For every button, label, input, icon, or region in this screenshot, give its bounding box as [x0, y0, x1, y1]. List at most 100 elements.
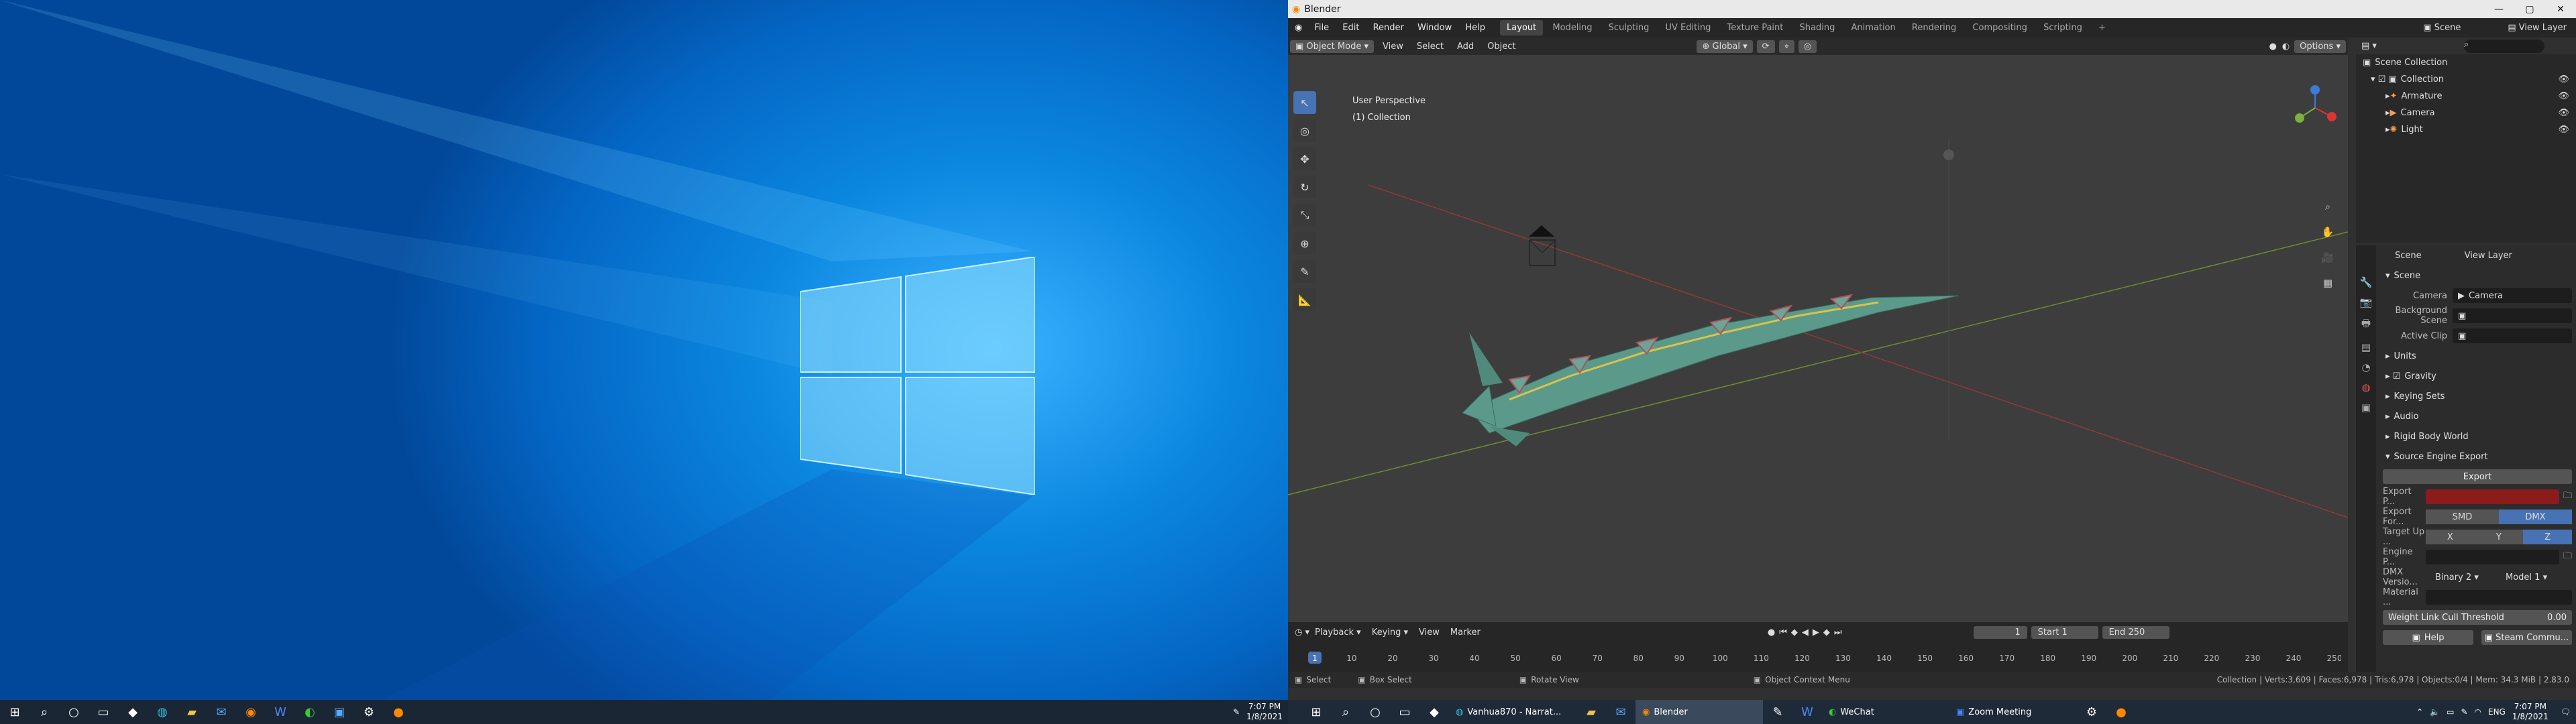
tab-rendering[interactable]: Rendering — [1905, 20, 1963, 36]
app-icon-3[interactable]: ● — [2106, 700, 2136, 724]
weight-link-field[interactable]: Weight Link Cull Threshold 0.00 — [2383, 610, 2572, 625]
chevron-up-icon[interactable]: ⌃ — [2416, 707, 2423, 717]
scene-tab-icon[interactable]: ◔ — [2361, 361, 2370, 373]
outliner-item-light[interactable]: ▸ ✺ Light 👁 — [2356, 121, 2576, 138]
tab-compositing[interactable]: Compositing — [1966, 20, 2034, 36]
outliner-item-armature[interactable]: ▸ ✦ Armature 👁 — [2356, 88, 2576, 105]
rigid-body-world-panel[interactable]: ▸ Rigid Body World — [2379, 426, 2576, 446]
axis-z-button[interactable]: Z — [2523, 530, 2573, 544]
blender-menu-icon[interactable]: ◉ — [1288, 23, 1309, 33]
3d-viewport[interactable]: ▣ Object Mode ▾ View Select Add Object ⊕… — [1288, 38, 2348, 622]
play-reverse-icon[interactable]: ◀ — [1802, 627, 1813, 638]
outliner-search-input[interactable]: ⌕ — [2463, 39, 2544, 53]
play-icon[interactable]: ▶ — [1813, 627, 1823, 638]
tab-layout[interactable]: Layout — [1500, 20, 1544, 36]
scene-selector[interactable]: ▣ Scene — [2416, 23, 2467, 33]
object-menu[interactable]: Object — [1481, 40, 1522, 53]
shading-solid-icon[interactable]: ● — [2266, 42, 2279, 52]
collection-tab-icon[interactable]: ▣ — [2361, 402, 2371, 414]
blender-icon[interactable]: ◉ — [236, 700, 266, 724]
taskbar-app-zoom[interactable]: ▣ Zoom Meeting — [1949, 707, 2077, 717]
minimize-button[interactable]: — — [2483, 4, 2514, 15]
tab-scripting[interactable]: Scripting — [2037, 20, 2089, 36]
outliner-collection[interactable]: ▾ ☑ ▣ Collection 👁 — [2356, 71, 2576, 88]
notifications-icon[interactable]: 🗨 — [2561, 707, 2571, 717]
folder-icon[interactable]: 🗀 — [2563, 489, 2576, 504]
close-button[interactable]: ✕ — [2545, 4, 2576, 15]
jump-start-icon[interactable]: ⏮ — [1779, 627, 1791, 638]
axis-y-button[interactable]: Y — [2474, 530, 2524, 544]
steam-community-button[interactable]: ▣ Steam Commu... — [2481, 630, 2572, 645]
folder-icon[interactable]: 🗀 — [2563, 550, 2576, 564]
settings-icon[interactable]: ⚙ — [2077, 700, 2106, 724]
audio-panel[interactable]: ▸ Audio — [2379, 406, 2576, 426]
visibility-eye-icon[interactable]: 👁 — [2558, 74, 2576, 84]
timeline-view-menu[interactable]: View — [1413, 627, 1445, 638]
mail-icon[interactable]: ✉ — [1606, 700, 1635, 724]
render-tab-icon[interactable]: 📷 — [2360, 296, 2373, 308]
search-icon[interactable]: ⌕ — [1331, 700, 1360, 724]
marker-menu[interactable]: Marker — [1445, 627, 1486, 638]
app-icon-2[interactable]: ▣ — [325, 700, 354, 724]
export-button[interactable]: Export — [2383, 469, 2572, 484]
export-path-field[interactable] — [2426, 489, 2559, 504]
tab-animation[interactable]: Animation — [1844, 20, 1902, 36]
output-tab-icon[interactable]: 🖶 — [2361, 316, 2371, 333]
app-icon[interactable]: ◆ — [1419, 700, 1449, 724]
snap-icon[interactable]: ⌖ — [1778, 40, 1794, 53]
tab-sculpting[interactable]: Sculpting — [1602, 20, 1656, 36]
proportional-edit-icon[interactable]: ◎ — [1798, 40, 1817, 53]
menu-edit[interactable]: Edit — [1337, 23, 1364, 33]
playback-menu[interactable]: Playback ▾ — [1309, 627, 1366, 638]
start-button[interactable]: ⊞ — [1301, 700, 1331, 724]
add-workspace-icon[interactable]: + — [2092, 20, 2112, 36]
dmx-model-dropdown[interactable]: Model 1 ▾ — [2506, 572, 2576, 583]
clock[interactable]: 7:07 PM 1/8/2021 — [2512, 702, 2548, 722]
background-scene-field[interactable]: ▣ — [2453, 308, 2572, 323]
end-frame-field[interactable]: End 250 — [2102, 625, 2169, 639]
pivot-icon[interactable]: ⟳ — [1756, 40, 1775, 53]
settings-icon[interactable]: ⚙ — [354, 700, 384, 724]
material-field[interactable] — [2426, 590, 2572, 605]
outliner[interactable]: ▤ ▾ ⌕ ▣ Scene Collection ▾ ☑ ▣ Collectio… — [2356, 38, 2576, 243]
properties-editor[interactable]: 🔧 📷 🖶 ▤ ◔ ◍ ▣ Scene View Layer ▾ Scene C… — [2356, 245, 2576, 672]
taskbar-app-edge[interactable]: ◍ Vanhua870 - Narrat... — [1449, 707, 1576, 717]
jump-end-icon[interactable]: ⏭ — [1834, 627, 1846, 638]
tab-modeling[interactable]: Modeling — [1546, 20, 1599, 36]
word-icon[interactable]: W — [1792, 700, 1822, 724]
keying-sets-panel[interactable]: ▸ Keying Sets — [2379, 386, 2576, 406]
transform-orientation-dropdown[interactable]: ⊕ Global ▾ — [1697, 40, 1753, 53]
wechat-icon[interactable]: ◐ — [295, 700, 325, 724]
tab-uv-editing[interactable]: UV Editing — [1659, 20, 1718, 36]
mode-dropdown[interactable]: ▣ Object Mode ▾ — [1290, 40, 1374, 53]
view-menu[interactable]: View — [1376, 40, 1410, 53]
help-button[interactable]: ▣ Help — [2383, 630, 2473, 645]
pen-icon[interactable]: ✎ — [1233, 707, 1240, 717]
menu-render[interactable]: Render — [1368, 23, 1409, 33]
visibility-eye-icon[interactable]: 👁 — [2558, 108, 2576, 118]
tab-shading[interactable]: Shading — [1793, 20, 1842, 36]
units-panel[interactable]: ▸ Units — [2379, 346, 2576, 366]
app-icon-2[interactable]: ✎ — [1763, 700, 1792, 724]
word-icon[interactable]: W — [266, 700, 295, 724]
active-clip-field[interactable]: ▣ — [2453, 328, 2572, 343]
current-frame-field[interactable]: 1 — [1973, 625, 2027, 639]
scale-tool-icon[interactable]: ⤡ — [1293, 204, 1316, 227]
transform-tool-icon[interactable]: ⊕ — [1293, 232, 1316, 255]
zoom-icon[interactable]: ⌕ — [2318, 197, 2337, 216]
language-indicator[interactable]: ENG — [2488, 707, 2506, 717]
add-menu[interactable]: Add — [1450, 40, 1481, 53]
world-tab-icon[interactable]: ◍ — [2361, 381, 2370, 394]
visibility-eye-icon[interactable]: 👁 — [2558, 125, 2576, 135]
grid-view-icon[interactable]: ▦ — [2318, 274, 2337, 292]
clock[interactable]: 7:07 PM 1/8/2021 — [1246, 702, 1283, 722]
camera-view-icon[interactable]: 🎥 — [2318, 248, 2337, 267]
cortana-icon[interactable]: ○ — [59, 700, 89, 724]
axis-x-button[interactable]: X — [2426, 530, 2475, 544]
maximize-button[interactable]: ▢ — [2514, 4, 2545, 15]
navigation-gizmo[interactable] — [2292, 84, 2339, 131]
source-engine-export-panel[interactable]: ▾ Source Engine Export — [2379, 446, 2576, 467]
pen-icon[interactable]: ✎ — [2461, 707, 2467, 717]
menu-help[interactable]: Help — [1460, 23, 1491, 33]
format-dmx-button[interactable]: DMX — [2499, 509, 2572, 524]
